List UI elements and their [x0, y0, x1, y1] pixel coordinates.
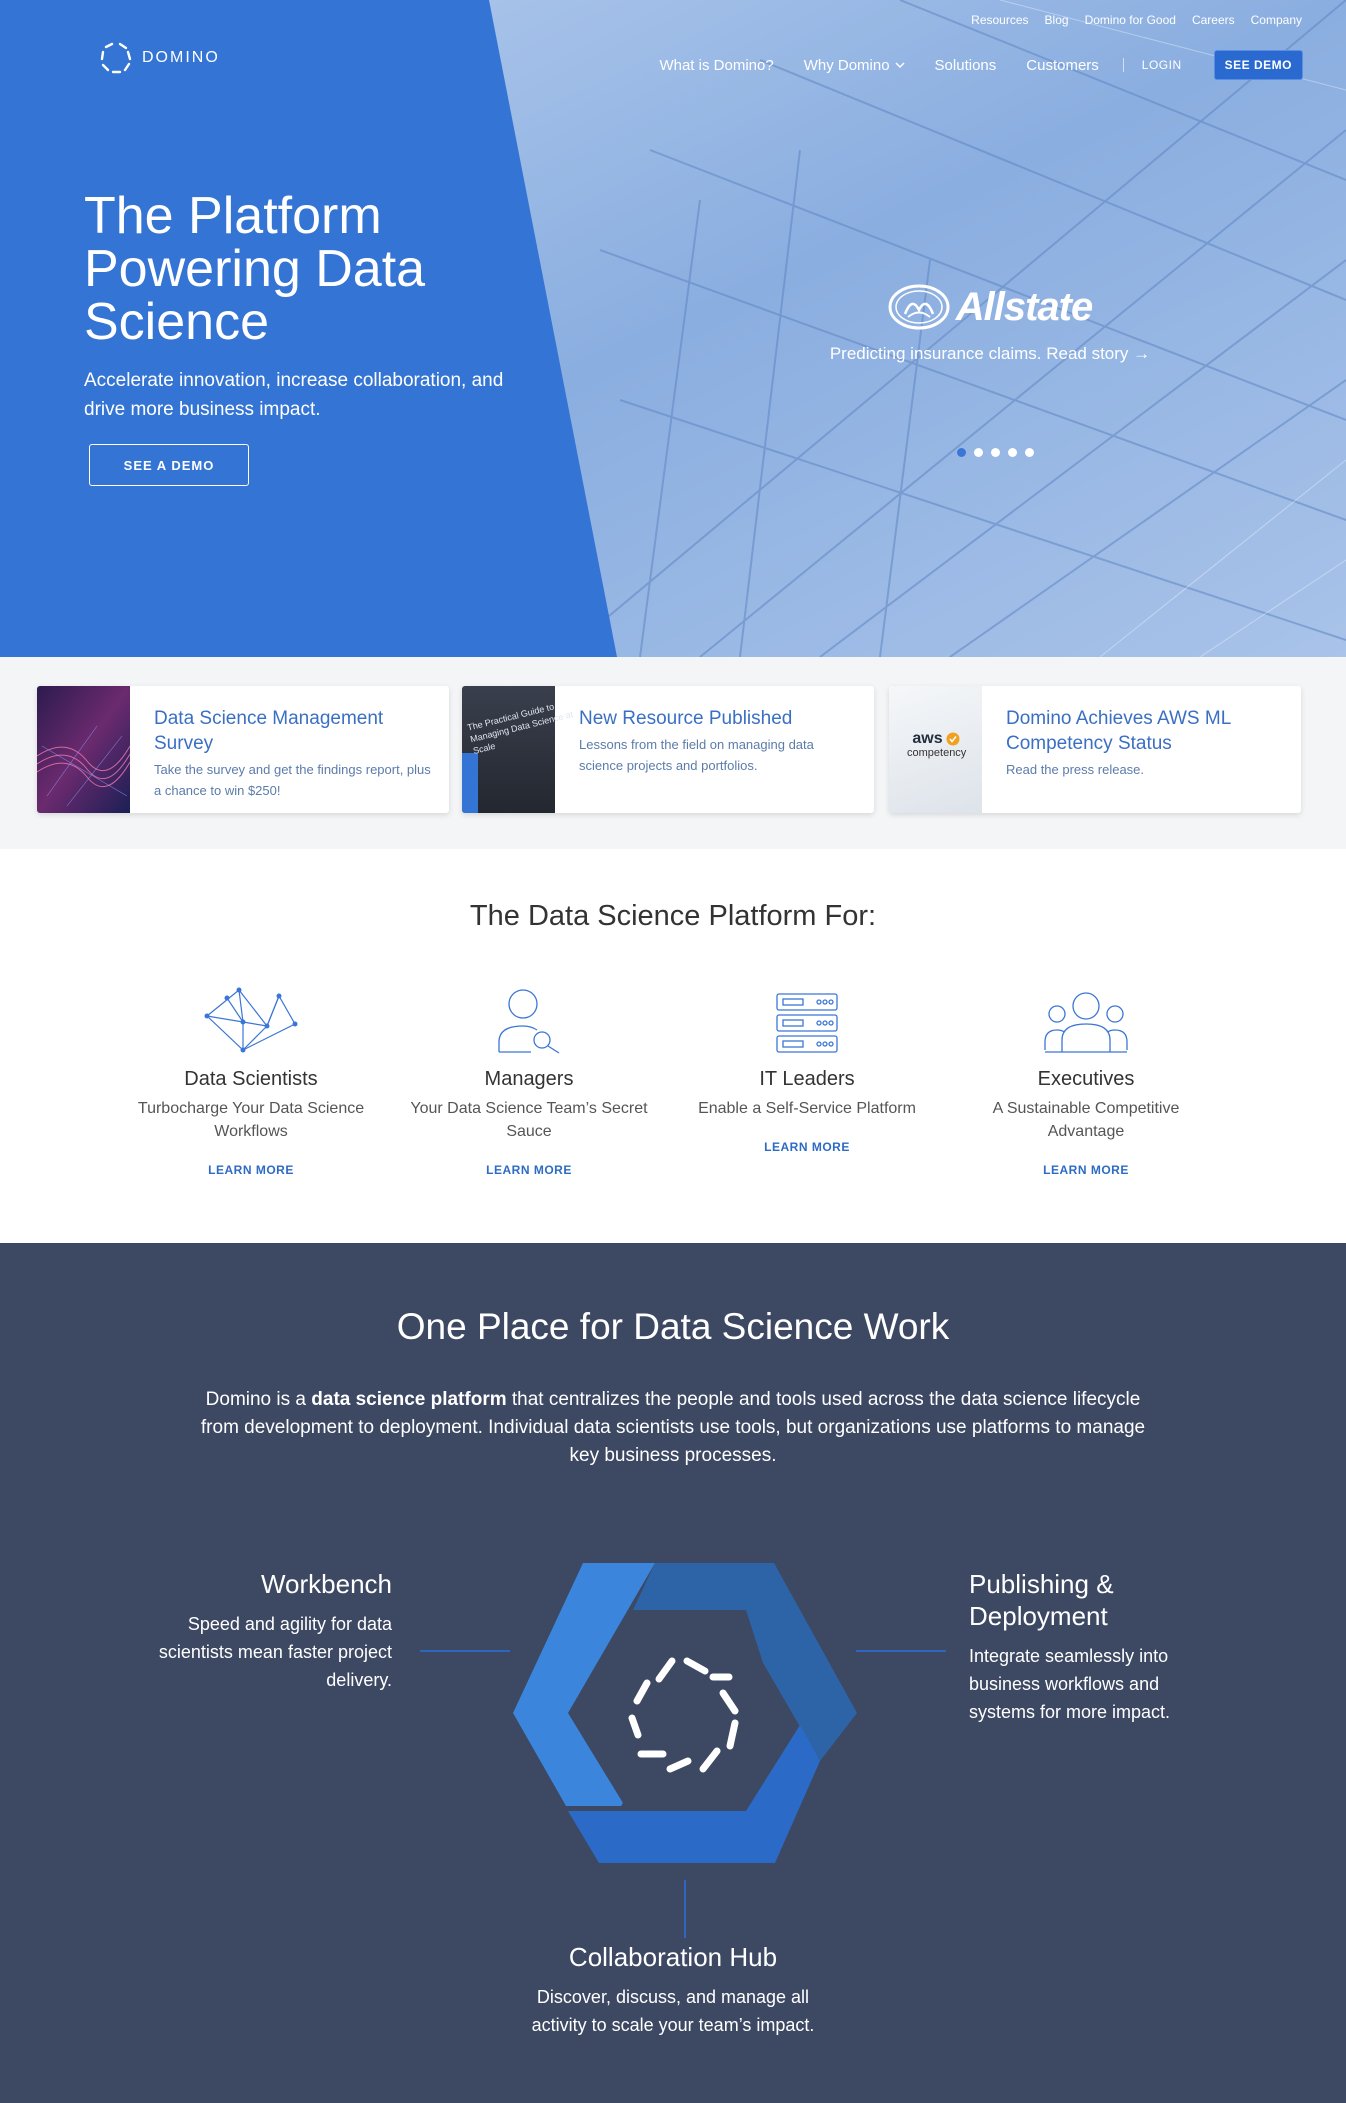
- promo-card-resource[interactable]: The Practical Guide to Managing Data Sci…: [462, 686, 874, 813]
- allstate-logo: Allstate: [820, 284, 1160, 330]
- feature-title: Workbench: [260, 1569, 392, 1599]
- feature-desc: Integrate seamlessly into business workf…: [969, 1646, 1171, 1722]
- persona-subtitle: Turbocharge Your Data Science Workflows: [137, 1100, 365, 1140]
- allstate-hands-icon: [888, 284, 950, 330]
- connector-line-left: [420, 1650, 510, 1652]
- promo-card-title: New Resource Published: [579, 708, 793, 729]
- one-place-intro: Domino is a data science platform that c…: [200, 1386, 1146, 1470]
- persona-title: IT Leaders: [759, 1068, 855, 1090]
- nav-why-domino[interactable]: Why Domino: [804, 57, 905, 74]
- intro-bold-term: data science platform: [311, 1389, 507, 1410]
- feature-desc: Speed and agility for data scientists me…: [158, 1614, 392, 1690]
- hero-subtitle: Accelerate innovation, increase collabor…: [84, 370, 504, 420]
- feature-title: Collaboration Hub: [568, 1942, 778, 1972]
- intro-text-start: Domino is a: [205, 1389, 312, 1410]
- aws-label: aws: [912, 730, 943, 747]
- promo-card-aws[interactable]: aws competency Domino Achieves AWS ML Co…: [889, 686, 1301, 813]
- nav-why-domino-label: Why Domino: [803, 56, 890, 74]
- util-link-domino-for-good[interactable]: Domino for Good: [1085, 13, 1176, 27]
- util-link-company[interactable]: Company: [1251, 13, 1302, 27]
- nav-divider: [1122, 58, 1124, 72]
- carousel-dot-4[interactable]: [1008, 448, 1017, 457]
- connector-line-right: [856, 1650, 946, 1652]
- carousel-dot-5[interactable]: [1025, 448, 1034, 457]
- carousel-dot-2[interactable]: [974, 448, 983, 457]
- allstate-wordmark: Allstate: [955, 284, 1093, 329]
- persona-title: Data Scientists: [184, 1068, 318, 1090]
- one-place-section: One Place for Data Science Work Domino i…: [0, 1243, 1346, 2103]
- persona-title: Managers: [484, 1068, 574, 1090]
- workbench-feature: Workbench Speed and agility for data sci…: [150, 1568, 392, 1694]
- utility-nav: Resources Blog Domino for Good Careers C…: [971, 13, 1302, 27]
- guide-thumbnail: The Practical Guide to Managing Data Sci…: [462, 686, 574, 813]
- feature-title: Publishing & Deployment: [969, 1569, 1114, 1631]
- platform-hexagon-graphic: [513, 1563, 857, 1863]
- feature-desc: Discover, discuss, and manage all activi…: [531, 1987, 815, 2035]
- collaboration-hub-feature: Collaboration Hub Discover, discuss, and…: [473, 1941, 873, 2039]
- chevron-down-icon: [895, 62, 905, 69]
- domino-logo[interactable]: DOMINO: [98, 40, 220, 76]
- badge-check-icon: [946, 732, 960, 746]
- main-nav: What is Domino? Why Domino Solutions Cus…: [629, 50, 1303, 80]
- promo-card-desc: Take the survey and get the findings rep…: [154, 762, 431, 798]
- connector-line-bottom: [684, 1880, 686, 1938]
- one-place-heading: One Place for Data Science Work: [396, 1306, 950, 1347]
- hero-slide: Allstate Predicting insurance claims. Re…: [820, 284, 1160, 364]
- person-search-icon: [498, 989, 560, 1054]
- carousel-dots: [957, 448, 1034, 457]
- survey-thumbnail: [37, 686, 130, 813]
- learn-more-it-leaders-link[interactable]: LEARN MORE: [764, 1140, 850, 1154]
- persona-it-leaders: IT Leaders Enable a Self-Service Platfor…: [687, 980, 927, 1156]
- promo-card-survey[interactable]: Data Science Management Survey Take the …: [37, 686, 449, 813]
- util-link-blog[interactable]: Blog: [1045, 13, 1069, 27]
- nav-solutions[interactable]: Solutions: [935, 57, 997, 74]
- see-demo-button[interactable]: SEE DEMO: [1213, 50, 1303, 80]
- promo-cards-band: Data Science Management Survey Take the …: [0, 657, 1346, 849]
- carousel-dot-1[interactable]: [957, 448, 966, 457]
- domino-logo-icon: [100, 42, 132, 74]
- promo-card-title: Domino Achieves AWS ML Competency Status: [1006, 708, 1231, 754]
- nav-customers[interactable]: Customers: [1026, 57, 1099, 74]
- logo-wordmark: DOMINO: [142, 49, 220, 66]
- learn-more-managers-link[interactable]: LEARN MORE: [486, 1163, 572, 1177]
- hero-section: Resources Blog Domino for Good Careers C…: [0, 0, 1346, 657]
- promo-card-title: Data Science Management Survey: [154, 708, 384, 754]
- platform-heading: The Data Science Platform For:: [469, 900, 877, 932]
- carousel-dot-3[interactable]: [991, 448, 1000, 457]
- read-story-link[interactable]: Predicting insurance claims. Read story …: [820, 344, 1160, 364]
- persona-managers: Managers Your Data Science Team’s Secret…: [409, 980, 649, 1179]
- competency-label: competency: [907, 747, 967, 759]
- server-rack-icon: [776, 993, 838, 1053]
- learn-more-executives-link[interactable]: LEARN MORE: [1043, 1163, 1129, 1177]
- persona-data-scientists: Data Scientists Turbocharge Your Data Sc…: [131, 980, 371, 1179]
- guide-thumbnail-title: The Practical Guide to Managing Data Sci…: [466, 701, 575, 756]
- persona-subtitle: Your Data Science Team’s Secret Sauce: [410, 1100, 648, 1140]
- learn-more-data-scientists-link[interactable]: LEARN MORE: [208, 1163, 294, 1177]
- nav-what-is-domino[interactable]: What is Domino?: [659, 57, 773, 74]
- promo-card-desc: Lessons from the field on managing data …: [579, 737, 814, 773]
- persona-subtitle: Enable a Self-Service Platform: [698, 1100, 916, 1117]
- group-icon: [1044, 992, 1128, 1053]
- see-a-demo-button[interactable]: SEE A DEMO: [89, 444, 249, 486]
- promo-card-desc: Read the press release.: [1006, 762, 1145, 777]
- network-graph-icon: [204, 987, 298, 1053]
- aws-thumbnail: aws competency: [889, 686, 982, 813]
- util-link-resources[interactable]: Resources: [971, 13, 1028, 27]
- persona-executives: Executives A Sustainable Competitive Adv…: [966, 980, 1206, 1179]
- publishing-feature: Publishing & Deployment Integrate seamle…: [969, 1568, 1209, 1726]
- persona-subtitle: A Sustainable Competitive Advantage: [992, 1100, 1180, 1140]
- login-link[interactable]: LOGIN: [1142, 58, 1182, 72]
- hero-title: The Platform Powering Data Science: [84, 187, 426, 351]
- persona-title: Executives: [1037, 1068, 1135, 1090]
- util-link-careers[interactable]: Careers: [1192, 13, 1235, 27]
